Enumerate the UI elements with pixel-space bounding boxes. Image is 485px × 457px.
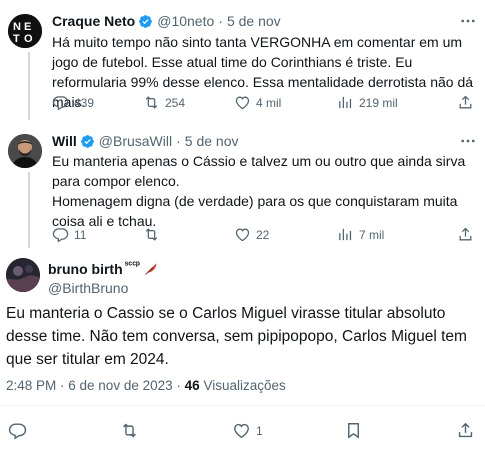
reply-icon bbox=[52, 96, 69, 111]
share-icon bbox=[458, 422, 473, 438]
like-icon bbox=[234, 423, 249, 439]
views-button[interactable]: 219 mil bbox=[337, 94, 398, 111]
divider bbox=[0, 405, 485, 406]
reply-count: 439 bbox=[74, 95, 95, 110]
more-icon[interactable] bbox=[459, 132, 477, 150]
views-icon bbox=[339, 228, 352, 241]
avatar[interactable] bbox=[6, 258, 40, 292]
tweet-date[interactable]: 5 de nov bbox=[185, 132, 239, 150]
main-tweet-text: Eu manteria o Cassio se o Carlos Miguel … bbox=[6, 305, 467, 368]
tweet-text: Homenagem digna (de verdade) para os que… bbox=[52, 193, 458, 229]
bookmark-icon bbox=[348, 423, 359, 439]
like-icon bbox=[235, 228, 250, 242]
tweet-actions: 11 22 7 mil bbox=[52, 226, 477, 244]
tweet-meta: 2:48 PM · 6 de nov de 2023 · 46 Visualiz… bbox=[6, 378, 286, 393]
tweet-header: Will @BrusaWill · 5 de nov bbox=[52, 132, 239, 150]
user-handle[interactable]: @BrusaWill bbox=[99, 132, 172, 150]
tweet-timestamp[interactable]: 2:48 PM · 6 de nov de 2023 · bbox=[6, 378, 181, 393]
verified-icon bbox=[138, 14, 153, 29]
tweet-header: Craque Neto @10neto · 5 de nov bbox=[52, 12, 281, 30]
avatar[interactable] bbox=[8, 134, 42, 168]
tweet-text: Eu manteria apenas o Cássio e talvez um … bbox=[52, 153, 466, 189]
thread-line bbox=[28, 52, 30, 120]
user-handle[interactable]: @10neto bbox=[157, 12, 214, 30]
user-handle[interactable]: @BirthBruno bbox=[48, 279, 128, 297]
retweet-button[interactable] bbox=[120, 421, 139, 440]
retweet-button[interactable]: 254 bbox=[143, 94, 185, 111]
bookmark-button[interactable] bbox=[344, 421, 363, 440]
like-button[interactable]: 1 bbox=[232, 421, 263, 440]
tweet-date[interactable]: 5 de nov bbox=[227, 12, 281, 30]
tweet-will[interactable]: Will @BrusaWill · 5 de nov Eu manteria a… bbox=[0, 120, 485, 248]
tweet-header: bruno birth ˢᶜᶜᵖ bbox=[48, 260, 159, 278]
views-count: 219 mil bbox=[359, 95, 398, 110]
share-button[interactable] bbox=[457, 226, 474, 248]
views-count: 7 mil bbox=[359, 227, 385, 242]
display-name[interactable]: bruno birth bbox=[48, 260, 123, 278]
svg-text:O: O bbox=[24, 33, 33, 45]
reply-button[interactable]: 439 bbox=[52, 94, 94, 111]
main-tweet-actions: 1 bbox=[0, 421, 485, 440]
share-icon bbox=[459, 227, 472, 241]
reply-icon bbox=[52, 228, 69, 243]
like-count: 1 bbox=[256, 423, 263, 438]
retweet-icon bbox=[145, 96, 158, 109]
display-name[interactable]: Will bbox=[52, 132, 77, 150]
share-icon bbox=[459, 95, 472, 109]
reply-button[interactable] bbox=[8, 421, 27, 440]
retweet-icon bbox=[123, 423, 136, 438]
like-count: 22 bbox=[256, 227, 270, 242]
avatar[interactable]: N E T O bbox=[8, 14, 42, 48]
like-icon bbox=[235, 96, 250, 110]
reply-icon bbox=[8, 423, 27, 440]
verified-icon bbox=[80, 134, 95, 149]
views-icon bbox=[339, 96, 352, 109]
reply-button[interactable]: 11 bbox=[52, 226, 86, 243]
share-button[interactable] bbox=[456, 421, 475, 440]
like-button[interactable]: 22 bbox=[234, 226, 269, 243]
reply-count: 11 bbox=[74, 227, 87, 242]
views-count: 46 bbox=[184, 378, 200, 393]
views-label: Visualizações bbox=[203, 378, 286, 393]
tweet-craque-neto[interactable]: N E T O Craque Neto @10neto · 5 de nov H… bbox=[0, 0, 485, 120]
like-button[interactable]: 4 mil bbox=[234, 94, 281, 111]
feather-icon bbox=[143, 261, 159, 277]
separator-dot: · bbox=[218, 13, 223, 29]
tweet-actions: 439 254 4 mil 219 mil bbox=[52, 94, 477, 112]
tweet-header-handle: @BirthBruno bbox=[48, 279, 128, 297]
retweet-button[interactable] bbox=[143, 226, 165, 243]
svg-text:N: N bbox=[13, 21, 21, 33]
thread-line bbox=[28, 172, 30, 248]
like-count: 4 mil bbox=[256, 95, 282, 110]
svg-text:T: T bbox=[13, 33, 20, 45]
retweet-icon bbox=[145, 228, 158, 241]
more-icon[interactable] bbox=[459, 12, 477, 30]
svg-text:E: E bbox=[24, 21, 31, 33]
separator-dot: · bbox=[176, 133, 181, 149]
display-name-suffix: ˢᶜᶜᵖ bbox=[124, 260, 140, 271]
retweet-count: 254 bbox=[165, 95, 186, 110]
display-name[interactable]: Craque Neto bbox=[52, 12, 135, 30]
views-button[interactable]: 7 mil bbox=[337, 226, 384, 243]
share-button[interactable] bbox=[457, 94, 474, 116]
